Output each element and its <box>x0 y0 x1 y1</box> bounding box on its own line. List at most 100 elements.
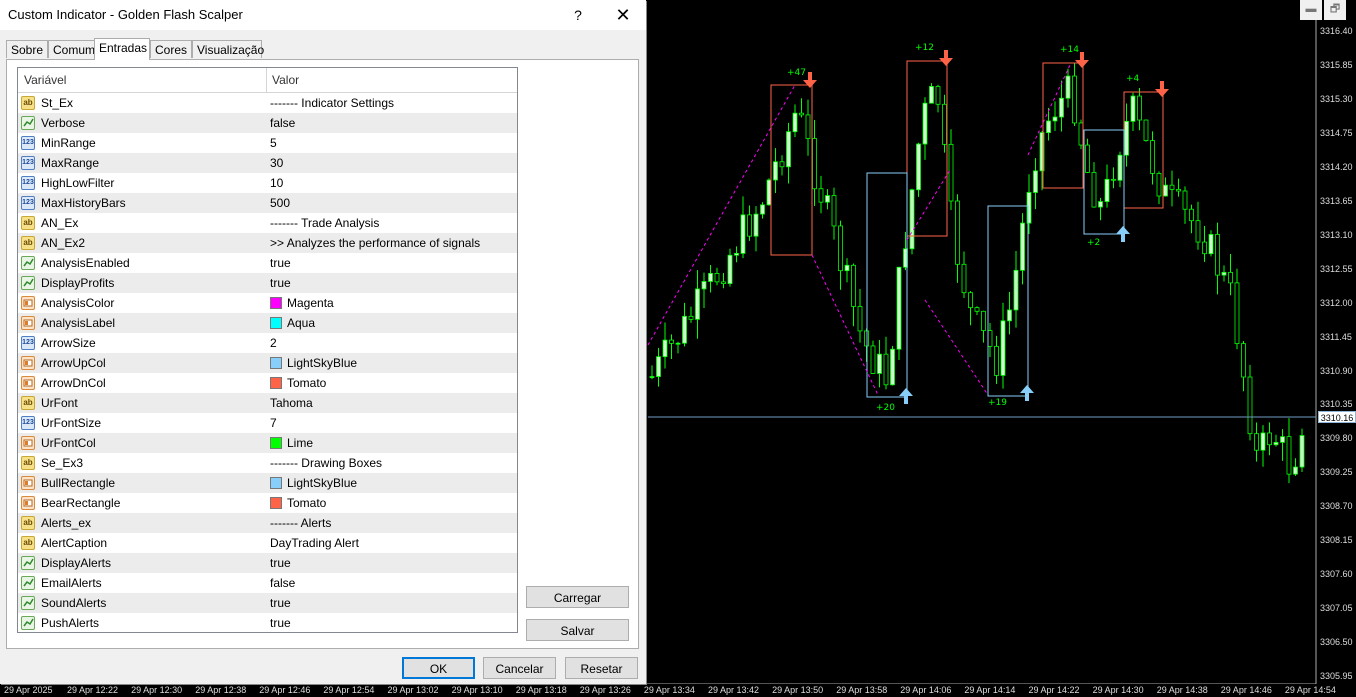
variable-value[interactable]: ------- Drawing Boxes <box>270 453 382 473</box>
dialog-titlebar[interactable]: Custom Indicator - Golden Flash Scalper … <box>0 0 646 30</box>
variable-value[interactable]: 2 <box>270 333 277 353</box>
boolean-type-icon <box>21 596 35 610</box>
grid-row[interactable]: ArrowDnCol Tomato <box>18 373 517 393</box>
chart-restore-icon[interactable]: 🗗 <box>1324 0 1346 20</box>
variable-value[interactable]: Lime <box>287 433 313 453</box>
variable-value[interactable]: true <box>270 593 291 613</box>
grid-row[interactable]: AnalysisEnabled true <box>18 253 517 273</box>
header-variable[interactable]: Variável <box>24 68 66 92</box>
variable-value[interactable]: false <box>270 113 295 133</box>
time-tick-label: 29 Apr 13:34 <box>643 685 695 695</box>
grid-row[interactable]: ab St_Ex ------- Indicator Settings <box>18 93 517 113</box>
grid-row[interactable]: 123 MaxHistoryBars 500 <box>18 193 517 213</box>
candle-body <box>851 264 856 307</box>
variable-value[interactable]: LightSkyBlue <box>287 473 357 493</box>
save-button[interactable]: Salvar <box>526 619 629 641</box>
color-swatch[interactable] <box>270 497 282 509</box>
tab-sobre[interactable]: Sobre <box>6 40 48 58</box>
variable-value[interactable]: ------- Indicator Settings <box>270 93 394 113</box>
grid-row[interactable]: AnalysisColor Magenta <box>18 293 517 313</box>
reset-button[interactable]: Resetar <box>565 657 638 679</box>
variable-value[interactable]: true <box>270 613 291 632</box>
grid-row[interactable]: BearRectangle Tomato <box>18 493 517 513</box>
time-tick-label: 29 Apr 14:46 <box>1220 685 1272 695</box>
close-button[interactable]: ✕ <box>610 3 636 27</box>
variable-name: UrFontCol <box>41 436 96 450</box>
grid-row[interactable]: BullRectangle LightSkyBlue <box>18 473 517 493</box>
grid-row[interactable]: SoundAlerts true <box>18 593 517 613</box>
variable-value[interactable]: Magenta <box>287 293 334 313</box>
grid-row[interactable]: 123 UrFontSize 7 <box>18 413 517 433</box>
variable-value[interactable]: true <box>270 273 291 293</box>
color-type-icon <box>21 436 35 450</box>
tab-visualizacao[interactable]: Visualização <box>192 40 264 58</box>
variable-value[interactable]: LightSkyBlue <box>287 353 357 373</box>
variable-value[interactable]: Tahoma <box>270 393 313 413</box>
variable-value[interactable]: Tomato <box>287 373 326 393</box>
tab-entradas[interactable]: Entradas <box>94 38 150 60</box>
variable-name: AnalysisColor <box>41 296 115 310</box>
candle-body <box>1117 154 1123 181</box>
variable-value[interactable]: 5 <box>270 133 277 153</box>
variable-value[interactable]: Tomato <box>287 493 326 513</box>
grid-row[interactable]: ab Se_Ex3 ------- Drawing Boxes <box>18 453 517 473</box>
candle-body <box>883 353 889 386</box>
candle-body <box>974 307 980 312</box>
help-button[interactable]: ? <box>566 3 590 27</box>
profit-label: +19 <box>988 398 1007 408</box>
variable-value[interactable]: ------- Trade Analysis <box>270 213 379 233</box>
time-tick-label: 29 Apr 13:18 <box>515 685 567 695</box>
inputs-grid[interactable]: Variável Valor ab St_Ex ------- Indicator … <box>17 67 518 633</box>
grid-row[interactable]: 123 MinRange 5 <box>18 133 517 153</box>
variable-value[interactable]: 10 <box>270 173 283 193</box>
grid-row[interactable]: 123 ArrowSize 2 <box>18 333 517 353</box>
header-separator[interactable] <box>266 68 267 92</box>
variable-value[interactable]: true <box>270 253 291 273</box>
header-value[interactable]: Valor <box>272 68 299 92</box>
color-swatch[interactable] <box>270 297 282 309</box>
variable-value[interactable]: ------- Alerts <box>270 513 331 533</box>
variable-name: Alerts_ex <box>41 516 92 530</box>
color-swatch[interactable] <box>270 437 282 449</box>
color-swatch[interactable] <box>270 477 282 489</box>
grid-row[interactable]: ab UrFont Tahoma <box>18 393 517 413</box>
grid-row[interactable]: PushAlerts true <box>18 613 517 632</box>
ok-button[interactable]: OK <box>402 657 475 679</box>
boolean-type-icon <box>21 276 35 290</box>
grid-row[interactable]: ab AN_Ex ------- Trade Analysis <box>18 213 517 233</box>
grid-row[interactable]: AnalysisLabel Aqua <box>18 313 517 333</box>
grid-row[interactable]: DisplayProfits true <box>18 273 517 293</box>
color-swatch[interactable] <box>270 377 282 389</box>
candle-body <box>1195 220 1201 243</box>
color-swatch[interactable] <box>270 317 282 329</box>
tab-cores[interactable]: Cores <box>150 40 192 58</box>
grid-row[interactable]: ab AN_Ex2 >> Analyzes the performance of s… <box>18 233 517 253</box>
variable-value[interactable]: 7 <box>270 413 277 433</box>
cancel-button[interactable]: Cancelar <box>483 657 556 679</box>
grid-row[interactable]: ArrowUpCol LightSkyBlue <box>18 353 517 373</box>
grid-row[interactable]: ab AlertCaption DayTrading Alert <box>18 533 517 553</box>
grid-row[interactable]: UrFontCol Lime <box>18 433 517 453</box>
variable-value[interactable]: 500 <box>270 193 290 213</box>
variable-value[interactable]: false <box>270 573 295 593</box>
variable-value[interactable]: DayTrading Alert <box>270 533 359 553</box>
color-swatch[interactable] <box>270 357 282 369</box>
variable-value[interactable]: >> Analyzes the performance of signals <box>270 233 480 253</box>
variable-value[interactable]: 30 <box>270 153 283 173</box>
candle-body <box>1059 97 1064 118</box>
candle-body <box>890 348 895 386</box>
color-type-icon <box>21 496 35 510</box>
candle-body <box>740 214 746 254</box>
tab-comum[interactable]: Comum <box>48 40 95 58</box>
grid-row[interactable]: EmailAlerts false <box>18 573 517 593</box>
grid-row[interactable]: DisplayAlerts true <box>18 553 517 573</box>
grid-row[interactable]: 123 HighLowFilter 10 <box>18 173 517 193</box>
grid-row[interactable]: Verbose false <box>18 113 517 133</box>
load-button[interactable]: Carregar <box>526 586 629 608</box>
profit-label: +20 <box>876 403 895 413</box>
grid-row[interactable]: 123 MaxRange 30 <box>18 153 517 173</box>
variable-value[interactable]: Aqua <box>287 313 315 333</box>
variable-value[interactable]: true <box>270 553 291 573</box>
grid-row[interactable]: ab Alerts_ex ------- Alerts <box>18 513 517 533</box>
chart-minimize-icon[interactable]: ▬ <box>1300 0 1322 20</box>
